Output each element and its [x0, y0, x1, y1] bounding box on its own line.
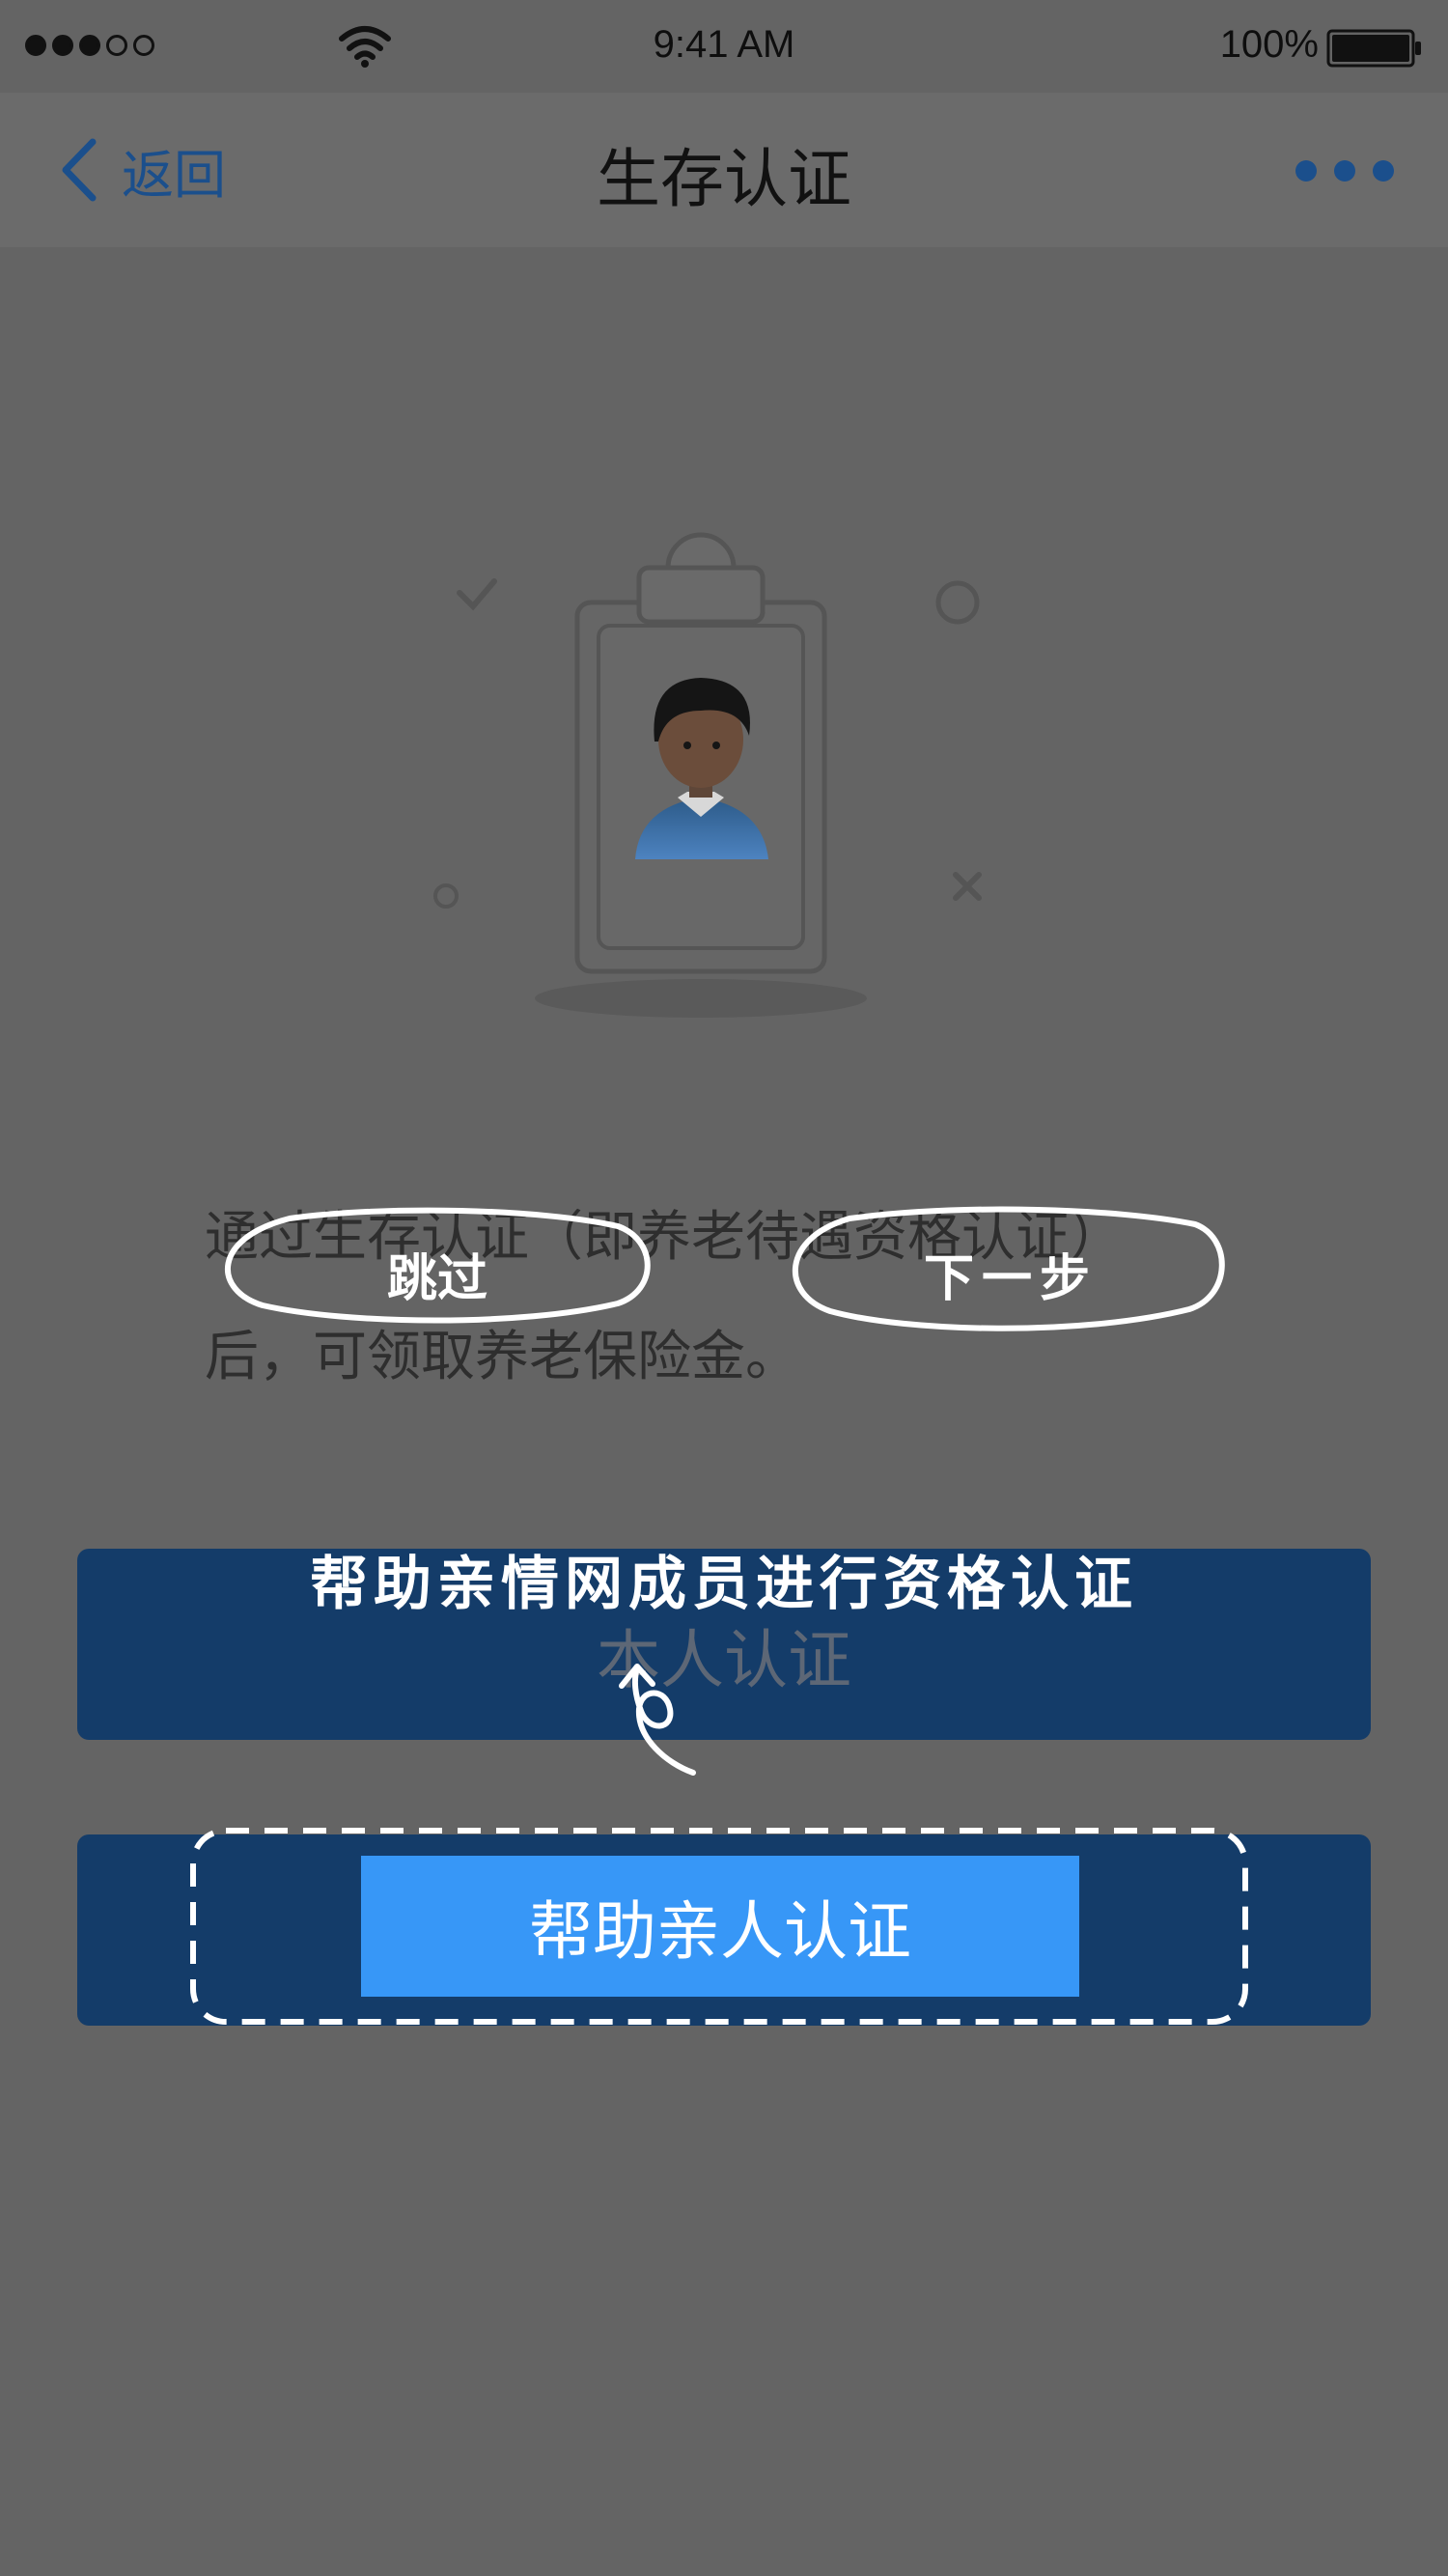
- circle-decoration-icon: [935, 580, 980, 625]
- help-relative-button[interactable]: 帮助亲人认证: [361, 1856, 1079, 1997]
- next-step-guide-button[interactable]: 下一步: [797, 1238, 1224, 1310]
- skip-guide-button[interactable]: 跳过: [224, 1238, 651, 1310]
- more-dots-icon[interactable]: [1295, 160, 1394, 182]
- battery-percentage: 100%: [1219, 23, 1319, 66]
- cross-icon: [953, 872, 982, 901]
- battery-icon: [1326, 29, 1421, 68]
- check-icon: [457, 578, 497, 611]
- navigation-bar: 返回 生存认证: [0, 93, 1448, 247]
- guide-tip-text: 帮助亲情网成员进行资格认证: [310, 1551, 1138, 1618]
- small-circle-decoration-icon: [433, 883, 459, 909]
- help-relative-button-container: 帮助亲人认证: [77, 1834, 1371, 2026]
- self-auth-label: 本人认证: [597, 1623, 851, 1697]
- page-title: 生存认证: [597, 142, 851, 216]
- status-bar: 9:41 AM 100%: [0, 0, 1448, 93]
- id-card-clipboard-icon: [433, 532, 982, 1018]
- description-line-2: 后，可领取养老保险金。: [205, 1326, 799, 1388]
